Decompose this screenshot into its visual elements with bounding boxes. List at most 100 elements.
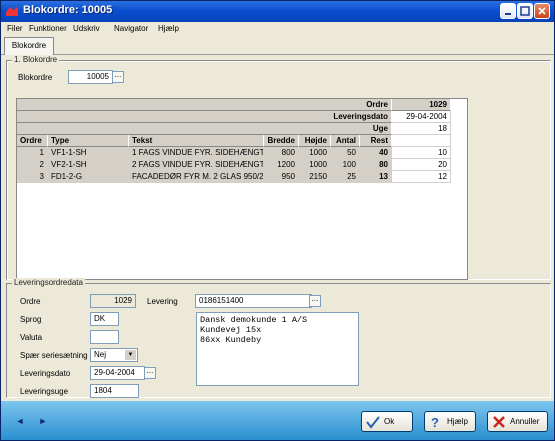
valuta-label: Valuta	[20, 333, 43, 342]
summary-leveringsdato-label: Leveringsdato	[17, 111, 392, 123]
row3-hojde[interactable]: 2150	[299, 171, 331, 183]
row1-value[interactable]: 10	[392, 147, 451, 159]
row2-bredde[interactable]: 1200	[264, 159, 299, 171]
minimize-icon	[505, 13, 511, 15]
menu-filer[interactable]: Filer	[7, 24, 23, 33]
summary-uge-label: Uge	[17, 123, 392, 135]
levering-field[interactable]: 0186151400	[195, 294, 312, 308]
address-line: Dansk demokunde 1 A/S	[200, 315, 308, 325]
delivery-address-textarea[interactable]: Dansk demokunde 1 A/S Kundevej 15x 86xx …	[196, 312, 359, 386]
menu-funktioner[interactable]: Funktioner	[29, 24, 67, 33]
summary-leveringsdato-value: 29-04-2004	[392, 111, 451, 123]
col-header-blank	[392, 135, 451, 147]
address-line: Kundevej 15x	[200, 325, 262, 335]
svg-text:?: ?	[431, 415, 439, 429]
row1-rest[interactable]: 40	[360, 147, 392, 159]
menu-udskriv[interactable]: Udskriv	[73, 24, 100, 33]
valuta-field[interactable]	[90, 330, 119, 344]
tab-blokordre[interactable]: Blokordre	[4, 37, 54, 55]
row3-bredde[interactable]: 950	[264, 171, 299, 183]
row1-type[interactable]: VF1-1-SH	[48, 147, 129, 159]
col-header-ordre[interactable]: Ordre	[17, 135, 48, 147]
row2-hojde[interactable]: 1000	[299, 159, 331, 171]
sprog-field[interactable]: DK	[90, 312, 119, 326]
col-header-type[interactable]: Type	[48, 135, 129, 147]
col-header-tekst[interactable]: Tekst	[129, 135, 264, 147]
row2-tekst[interactable]: 2 FAGS VINDUE FYR. SIDEHÆNGT	[129, 159, 264, 171]
col-header-antal[interactable]: Antal	[331, 135, 360, 147]
col-header-bredde[interactable]: Bredde	[264, 135, 299, 147]
blokordre-field[interactable]: 10005	[68, 70, 113, 84]
leveringsuge-field[interactable]: 1804	[90, 384, 139, 398]
row3-value[interactable]: 12	[392, 171, 451, 183]
row1-antal[interactable]: 50	[331, 147, 360, 159]
blokordre-lookup-button[interactable]: ...	[112, 71, 124, 83]
row1-bredde[interactable]: 800	[264, 147, 299, 159]
content-panel: 1. Blokordre Blokordre 10005 ... Ordre 1…	[3, 55, 551, 400]
question-mark-icon: ?	[431, 415, 439, 429]
summary-uge-value: 18	[392, 123, 451, 135]
row1-hojde[interactable]: 1000	[299, 147, 331, 159]
ok-button[interactable]: Ok	[361, 411, 413, 432]
leveringsdato-label: Leveringsdato	[20, 369, 71, 378]
cancel-button[interactable]: Annuller	[487, 411, 548, 432]
footer-bar: ◄ ► Ok ? Hjælp Annuller	[1, 401, 554, 440]
close-button[interactable]	[534, 3, 550, 19]
window-title: Blokordre: 10005	[23, 4, 113, 16]
sprog-label: Sprog	[20, 315, 42, 324]
triangle-left-icon: ◄	[15, 416, 25, 426]
group-title-leveringsordredata: Leveringsordredata	[12, 278, 85, 287]
levering-label: Levering	[147, 297, 178, 306]
levering-lookup-button[interactable]: ...	[309, 295, 321, 307]
address-line: 86xx Kundeby	[200, 335, 262, 345]
close-icon	[538, 7, 546, 15]
row3-type[interactable]: FD1-2-G	[48, 171, 129, 183]
menu-hjaelp[interactable]: Hjælp	[158, 24, 179, 33]
order-grid: Ordre 1029 Leveringsdato 29-04-2004 Uge …	[16, 98, 468, 280]
tab-strip: Blokordre	[1, 36, 554, 55]
row3-ordre[interactable]: 3	[17, 171, 48, 183]
main-window: Blokordre: 10005 Filer Funktioner Udskri…	[0, 0, 555, 441]
maximize-button[interactable]	[517, 3, 533, 19]
spaer-seriesaetning-select[interactable]: Nej ▼	[90, 348, 138, 362]
menu-navigator[interactable]: Navigator	[114, 24, 148, 33]
row3-tekst[interactable]: FACADEDØR FYR M. 2 GLAS 950/2	[129, 171, 264, 183]
previous-record-button[interactable]: ◄	[11, 412, 29, 430]
checkmark-icon	[366, 416, 380, 429]
leveringsdato-lookup-button[interactable]: ...	[144, 367, 156, 379]
summary-ordre-value: 1029	[392, 99, 451, 111]
menu-bar: Filer Funktioner Udskriv Navigator Hjælp	[1, 22, 554, 36]
spaer-seriesaetning-value: Nej	[94, 350, 107, 359]
blokordre-group: 1. Blokordre Blokordre 10005 ... Ordre 1…	[6, 55, 551, 280]
next-record-button[interactable]: ►	[34, 412, 52, 430]
group-title-blokordre: 1. Blokordre	[12, 55, 60, 64]
maximize-icon	[520, 6, 530, 16]
app-icon	[6, 6, 18, 16]
leveringsuge-label: Leveringsuge	[20, 387, 69, 396]
row3-antal[interactable]: 25	[331, 171, 360, 183]
row2-ordre[interactable]: 2	[17, 159, 48, 171]
ordre-label: Ordre	[20, 297, 41, 306]
col-header-rest[interactable]: Rest	[360, 135, 392, 147]
ok-label: Ok	[384, 417, 395, 426]
row1-ordre[interactable]: 1	[17, 147, 48, 159]
summary-ordre-label: Ordre	[17, 99, 392, 111]
cross-icon	[493, 416, 505, 428]
row2-antal[interactable]: 100	[331, 159, 360, 171]
help-button[interactable]: ? Hjælp	[424, 411, 476, 432]
title-bar: Blokordre: 10005	[1, 1, 554, 22]
help-label: Hjælp	[447, 417, 468, 426]
leveringsdato-field[interactable]: 29-04-2004	[90, 366, 145, 380]
minimize-button[interactable]	[500, 3, 516, 19]
row1-tekst[interactable]: 1 FAGS VINDUE FYR. SIDEHÆNGT	[129, 147, 264, 159]
row2-value[interactable]: 20	[392, 159, 451, 171]
cancel-label: Annuller	[510, 417, 540, 426]
triangle-right-icon: ►	[38, 416, 48, 426]
blokordre-label: Blokordre	[18, 73, 53, 82]
ordre-field: 1029	[90, 294, 136, 308]
dropdown-arrow-icon[interactable]: ▼	[125, 350, 136, 360]
row3-rest[interactable]: 13	[360, 171, 392, 183]
col-header-hojde[interactable]: Højde	[299, 135, 331, 147]
row2-type[interactable]: VF2-1-SH	[48, 159, 129, 171]
row2-rest[interactable]: 80	[360, 159, 392, 171]
